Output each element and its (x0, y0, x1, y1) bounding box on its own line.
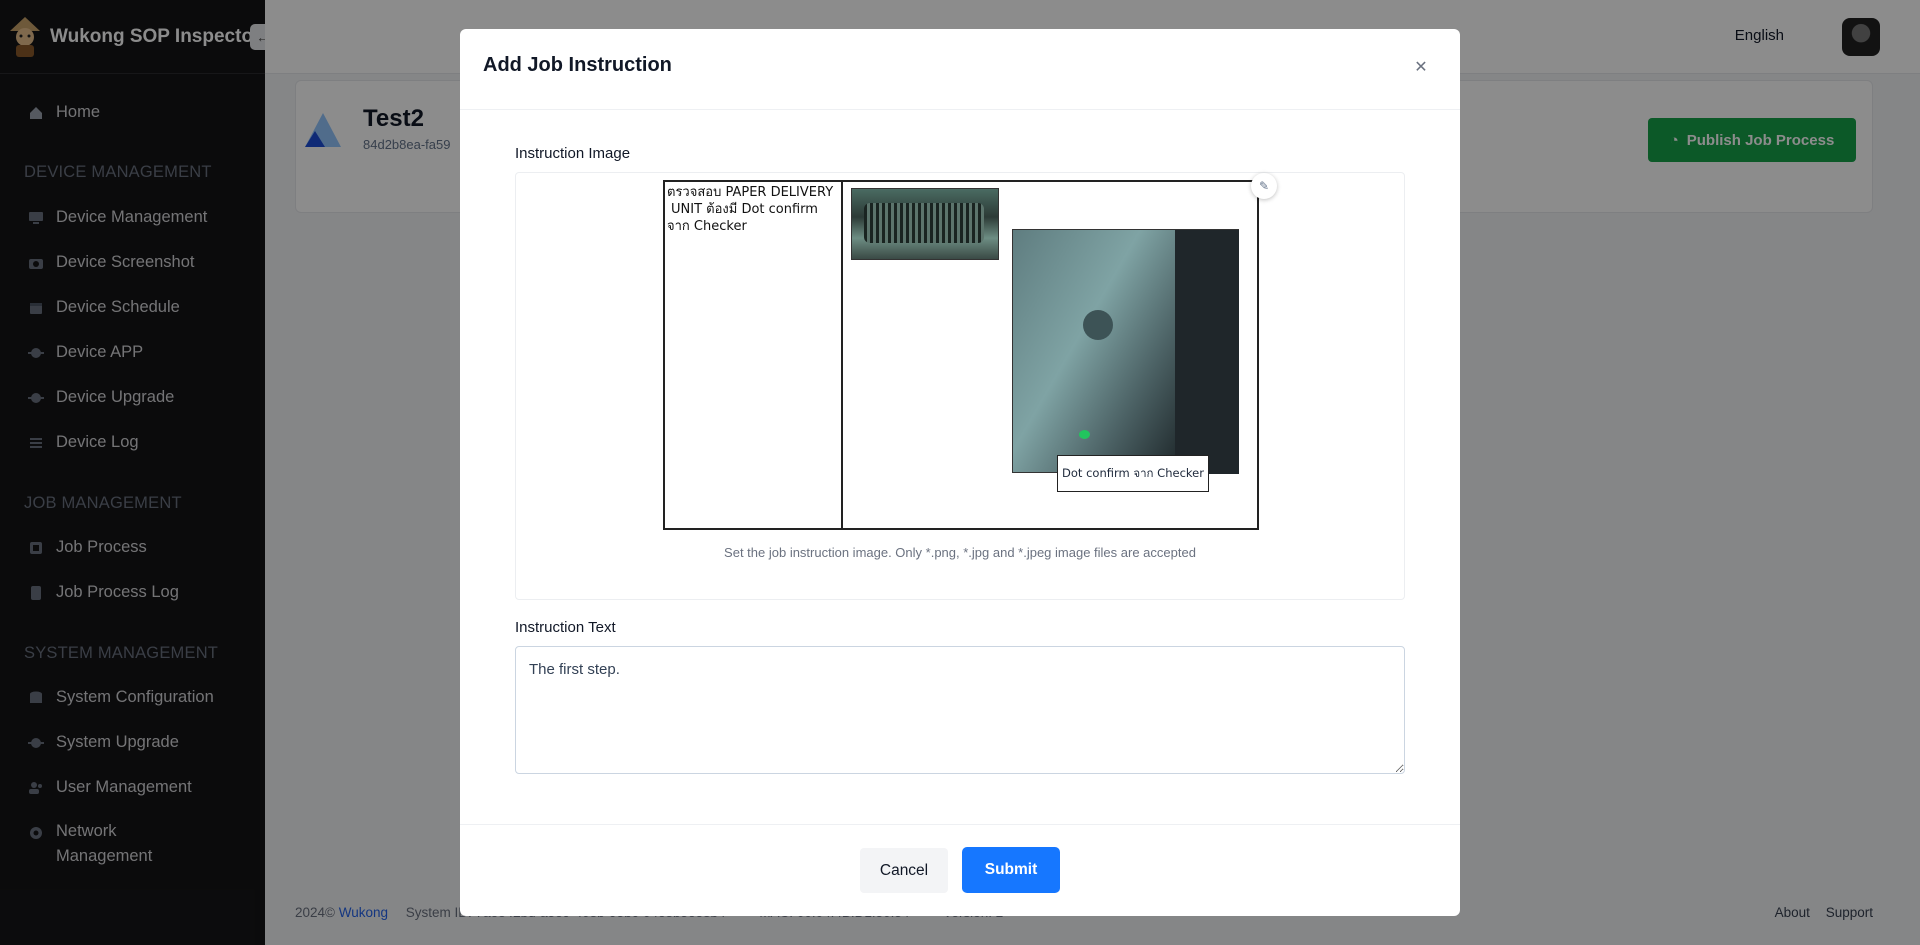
thumbnail-photo (851, 188, 999, 260)
modal-title: Add Job Instruction (483, 54, 672, 76)
confirm-dot (1079, 430, 1090, 439)
image-text-line-2: UNIT ต้องมี Dot confirm (671, 202, 818, 217)
instruction-image-uploader[interactable]: ตรวจสอบ PAPER DELIVERY UNIT ต้องมี Dot c… (515, 172, 1405, 600)
instruction-text-input[interactable]: The first step. (515, 646, 1405, 774)
modal-footer: Cancel Submit (460, 824, 1460, 916)
close-icon: ✕ (1414, 59, 1428, 76)
instruction-image-label: Instruction Image (515, 145, 631, 162)
image-text-line-3: จาก Checker (667, 219, 747, 234)
cancel-button[interactable]: Cancel (860, 848, 948, 893)
instruction-text-label: Instruction Text (515, 619, 616, 636)
submit-button[interactable]: Submit (962, 847, 1060, 893)
image-hint: Set the job instruction image. Only *.pn… (724, 545, 1196, 560)
main-photo (1012, 229, 1239, 474)
close-button[interactable]: ✕ (1412, 59, 1430, 77)
image-text-line-1: ตรวจสอบ PAPER DELIVERY (667, 185, 834, 200)
pencil-icon: ✎ (1258, 179, 1270, 193)
image-callout: Dot confirm จาก Checker (1057, 455, 1209, 492)
modal-header: Add Job Instruction ✕ (460, 29, 1460, 110)
edit-image-button[interactable]: ✎ (1251, 173, 1277, 199)
instruction-image: ตรวจสอบ PAPER DELIVERY UNIT ต้องมี Dot c… (663, 180, 1259, 530)
add-job-instruction-modal: Add Job Instruction ✕ Instruction Image … (460, 29, 1460, 916)
